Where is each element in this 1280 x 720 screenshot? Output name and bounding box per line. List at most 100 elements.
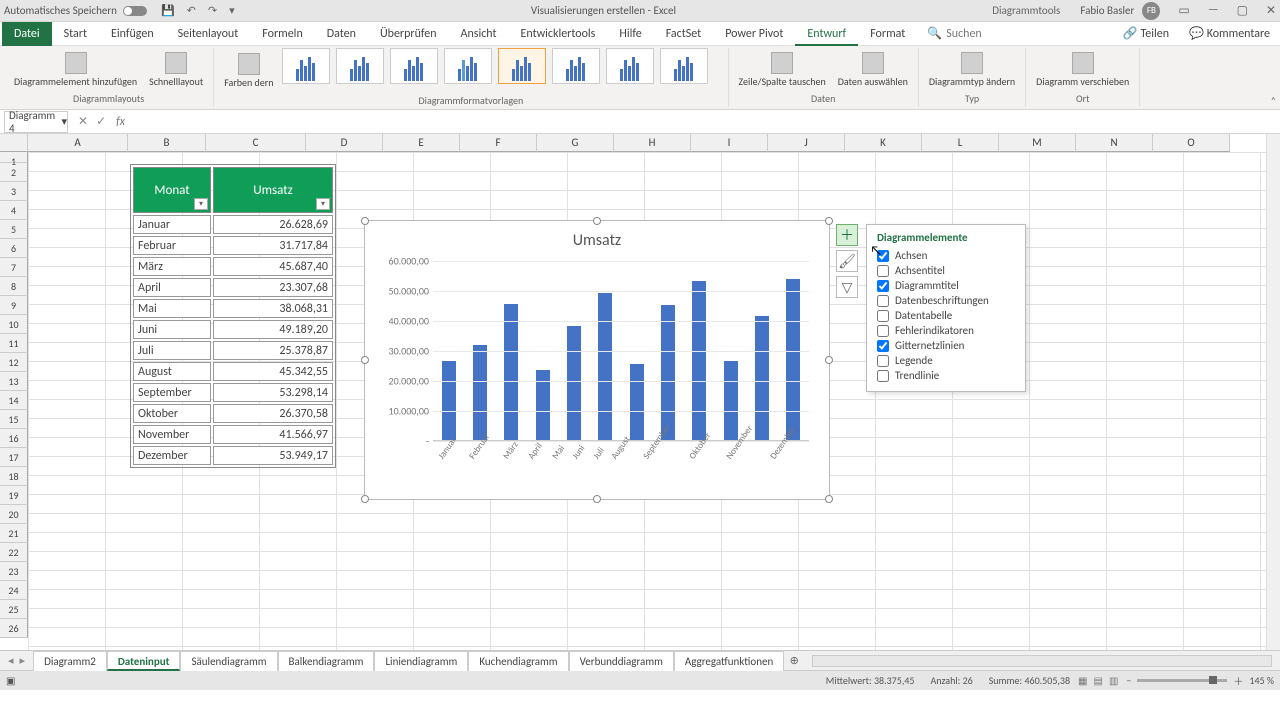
row-header[interactable]: 25 (0, 600, 28, 619)
sheet-tab[interactable]: Verbunddiagramm (569, 651, 674, 671)
resize-handle[interactable] (361, 495, 369, 503)
redo-icon[interactable]: ↷ (208, 4, 217, 17)
row-header[interactable]: 22 (0, 543, 28, 562)
table-header-monat[interactable]: Monat▾ (133, 167, 211, 213)
comments-button[interactable]: 💬 Kommentare (1179, 26, 1280, 41)
resize-handle[interactable] (593, 217, 601, 225)
row-header[interactable]: 20 (0, 505, 28, 524)
chart-bar[interactable] (630, 364, 644, 440)
fx-icon[interactable]: fx (112, 115, 129, 129)
row-header[interactable]: 14 (0, 391, 28, 410)
chart-elements-button[interactable]: ＋ (836, 224, 858, 246)
sheet-tab[interactable]: Säulendiagramm (180, 651, 277, 671)
zoom-in-icon[interactable]: ＋ (1233, 673, 1243, 688)
sheet-tab[interactable]: Diagramm2 (33, 651, 107, 671)
tab-format[interactable]: Format (858, 22, 917, 46)
row-header[interactable]: 3 (0, 182, 28, 201)
row-header[interactable]: 7 (0, 258, 28, 277)
row-header[interactable]: 19 (0, 486, 28, 505)
embedded-chart[interactable]: Umsatz -10.000,0020.000,0030.000,0040.00… (364, 220, 830, 500)
chart-bar[interactable] (504, 304, 518, 440)
table-row[interactable]: Juli25.378,87 (133, 341, 333, 360)
chart-bar[interactable] (473, 345, 487, 440)
table-row[interactable]: November41.566,97 (133, 425, 333, 444)
chart-bar[interactable] (442, 361, 456, 440)
column-header[interactable]: N (1076, 134, 1153, 152)
resize-handle[interactable] (825, 356, 833, 364)
sheet-nav-next-icon[interactable]: ▸ (20, 654, 26, 667)
column-header[interactable]: B (128, 134, 206, 152)
chart-style-gallery[interactable] (282, 48, 722, 94)
row-header[interactable]: 23 (0, 562, 28, 581)
filter-dropdown-icon[interactable]: ▾ (194, 198, 208, 210)
column-header[interactable]: M (999, 134, 1076, 152)
flyout-checkbox[interactable] (877, 265, 889, 277)
cancel-formula-icon[interactable]: ✕ (78, 114, 88, 129)
resize-handle[interactable] (593, 495, 601, 503)
row-header[interactable]: 11 (0, 334, 28, 353)
chart-bar[interactable] (692, 281, 706, 440)
chart-bar[interactable] (755, 316, 769, 440)
chart-bar[interactable] (786, 279, 800, 440)
select-data-button[interactable]: Daten auswählen (834, 50, 912, 90)
row-header[interactable]: 9 (0, 296, 28, 315)
tab-einfuegen[interactable]: Einfügen (99, 22, 166, 46)
resize-handle[interactable] (825, 495, 833, 503)
table-row[interactable]: Februar31.717,84 (133, 236, 333, 255)
resize-handle[interactable] (361, 356, 369, 364)
tab-powerpivot[interactable]: Power Pivot (713, 22, 795, 46)
change-colors-button[interactable]: Farben dern (220, 51, 277, 91)
table-row[interactable]: Mai38.068,31 (133, 299, 333, 318)
tab-ansicht[interactable]: Ansicht (449, 22, 509, 46)
tab-seitenlayout[interactable]: Seitenlayout (166, 22, 251, 46)
chart-bar[interactable] (724, 361, 738, 440)
row-header[interactable]: 6 (0, 239, 28, 258)
vertical-scrollbar[interactable] (1266, 134, 1280, 650)
horizontal-scrollbar[interactable] (812, 655, 1272, 667)
share-button[interactable]: 🔗 Teilen (1113, 26, 1179, 41)
table-row[interactable]: April23.307,68 (133, 278, 333, 297)
table-row[interactable]: März45.687,40 (133, 257, 333, 276)
flyout-checkbox[interactable] (877, 250, 889, 262)
flyout-option[interactable]: Trendlinie (877, 368, 1015, 383)
tab-hilfe[interactable]: Hilfe (607, 22, 653, 46)
column-header[interactable]: E (383, 134, 460, 152)
data-table[interactable]: Monat▾ Umsatz▾ Januar26.628,69Februar31.… (130, 164, 336, 468)
flyout-option[interactable]: Fehlerindikatoren (877, 323, 1015, 338)
tab-entwicklertools[interactable]: Entwicklertools (509, 22, 608, 46)
table-row[interactable]: Dezember53.949,17 (133, 446, 333, 465)
table-header-umsatz[interactable]: Umsatz▾ (213, 167, 333, 213)
flyout-checkbox[interactable] (877, 325, 889, 337)
column-header[interactable]: O (1153, 134, 1230, 152)
row-header[interactable]: 16 (0, 429, 28, 448)
row-header[interactable]: 12 (0, 353, 28, 372)
flyout-checkbox[interactable] (877, 340, 889, 352)
switch-row-col-button[interactable]: Zeile/Spalte tauschen (735, 50, 830, 90)
quick-layout-button[interactable]: Schnelllayout (145, 50, 207, 90)
filter-dropdown-icon[interactable]: ▾ (316, 198, 330, 210)
normal-view-icon[interactable]: ▦ (1078, 674, 1087, 687)
zoom-level[interactable]: 145 % (1249, 674, 1274, 687)
column-header[interactable]: A (28, 134, 128, 152)
sheet-tab[interactable]: Dateninput (107, 651, 181, 671)
row-header[interactable]: 1 (0, 152, 28, 163)
change-chart-type-button[interactable]: Diagrammtyp ändern (925, 50, 1019, 90)
row-header[interactable]: 8 (0, 277, 28, 296)
row-header[interactable]: 2 (0, 163, 28, 182)
move-chart-button[interactable]: Diagramm verschieben (1032, 50, 1133, 90)
column-header[interactable]: D (306, 134, 383, 152)
flyout-option[interactable]: Datentabelle (877, 308, 1015, 323)
column-header[interactable]: L (922, 134, 999, 152)
tab-start[interactable]: Start (52, 22, 99, 46)
add-chart-element-button[interactable]: Diagrammelement hinzufügen (10, 50, 141, 90)
table-row[interactable]: Oktober26.370,58 (133, 404, 333, 423)
table-row[interactable]: Juni49.189,20 (133, 320, 333, 339)
record-macro-icon[interactable]: ▣ (6, 674, 15, 687)
enter-formula-icon[interactable]: ✓ (96, 114, 106, 129)
minimize-icon[interactable]: — (1208, 3, 1219, 18)
flyout-option[interactable]: Legende (877, 353, 1015, 368)
sheet-tab[interactable]: Liniendiagramm (374, 651, 468, 671)
column-header[interactable]: I (691, 134, 768, 152)
row-header[interactable]: 13 (0, 372, 28, 391)
close-icon[interactable]: ✕ (1266, 3, 1276, 18)
